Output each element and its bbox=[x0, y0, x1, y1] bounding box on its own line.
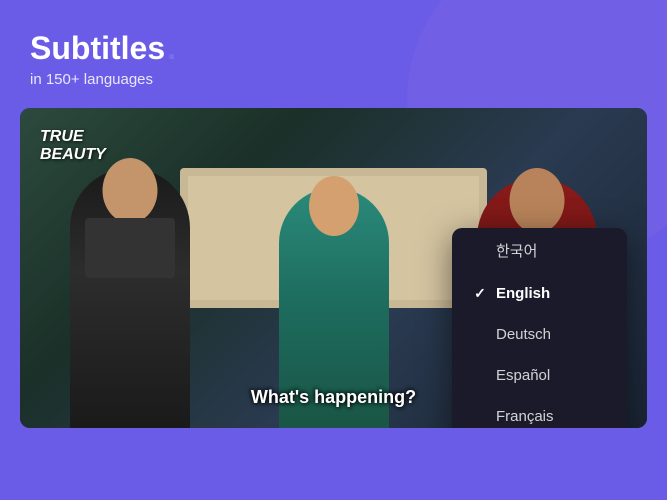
language-item-english[interactable]: ✓ English bbox=[452, 273, 627, 314]
page-title: Subtitles. bbox=[30, 30, 637, 67]
check-icon: ✓ bbox=[472, 285, 488, 302]
title-text: Subtitles bbox=[30, 30, 165, 67]
language-dropdown[interactable]: 한국어 ✓ English Deutsch Español Français P… bbox=[452, 228, 627, 428]
video-caption: What's happening? bbox=[251, 387, 416, 408]
character-left bbox=[70, 168, 190, 428]
show-title: TRUE BEAUTY bbox=[40, 128, 106, 163]
page-subtitle: in 150+ languages bbox=[30, 71, 637, 88]
video-player: TRUE BEAUTY What's happening? 한국어 ✓ Engl… bbox=[20, 108, 647, 428]
language-label-espanol: Español bbox=[496, 367, 550, 384]
title-dot: . bbox=[167, 30, 176, 67]
language-label-francais: Français bbox=[496, 408, 554, 425]
language-item-korean[interactable]: 한국어 bbox=[452, 228, 627, 273]
page-header: Subtitles. in 150+ languages bbox=[0, 0, 667, 108]
language-label-korean: 한국어 bbox=[496, 240, 537, 261]
language-item-francais[interactable]: Français bbox=[452, 396, 627, 428]
language-label-deutsch: Deutsch bbox=[496, 326, 551, 343]
language-item-deutsch[interactable]: Deutsch bbox=[452, 314, 627, 355]
language-item-espanol[interactable]: Español bbox=[452, 355, 627, 396]
language-label-english: English bbox=[496, 285, 550, 302]
